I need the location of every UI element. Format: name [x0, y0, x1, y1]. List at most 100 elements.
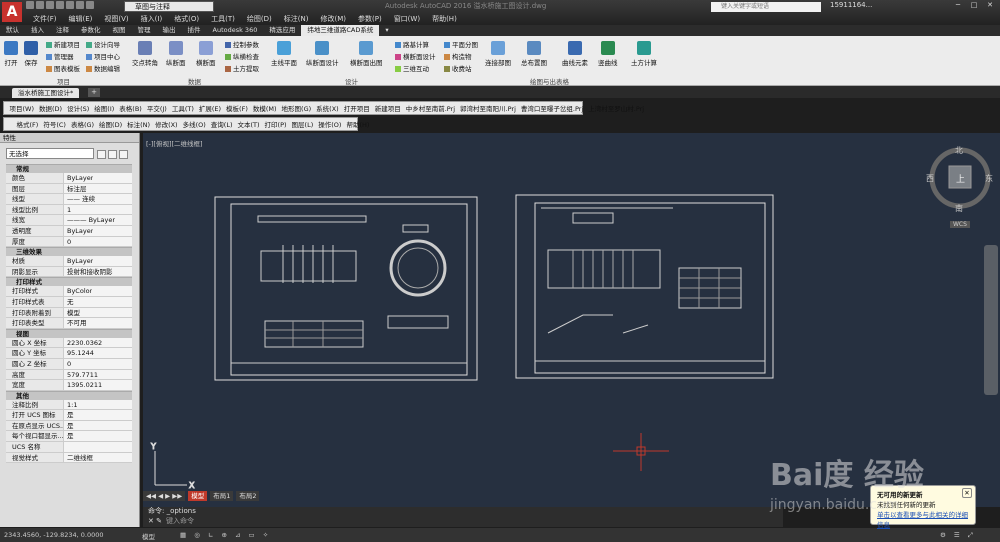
- property-value[interactable]: 是: [64, 421, 74, 431]
- select-objects-icon[interactable]: [108, 150, 117, 159]
- toolbar-item[interactable]: 系统(X): [314, 103, 342, 113]
- property-value[interactable]: 标注层: [64, 184, 87, 194]
- property-row[interactable]: 线宽 ——— ByLayer: [6, 215, 132, 226]
- data-edit-button[interactable]: 数据编辑: [86, 63, 120, 73]
- property-value[interactable]: 投射和接收阴影: [64, 267, 113, 277]
- toolbar-item[interactable]: 操作(O): [316, 119, 344, 129]
- toolbar-item[interactable]: 文本(T): [235, 119, 262, 129]
- menu-item[interactable]: 帮助(H): [427, 14, 462, 24]
- structure-button[interactable]: 构造物: [444, 51, 472, 61]
- property-row[interactable]: 打开 UCS 图标是: [6, 410, 132, 421]
- property-value[interactable]: ByColor: [64, 286, 92, 296]
- viewcube-south[interactable]: 南: [955, 203, 963, 214]
- toolbar-item[interactable]: 绘图(D): [97, 119, 125, 129]
- property-value[interactable]: 0: [64, 359, 71, 369]
- model-space-button[interactable]: 模型: [142, 531, 155, 541]
- toolbar-item[interactable]: 绘图(I): [92, 103, 117, 113]
- navigation-bar[interactable]: [984, 245, 998, 395]
- property-value[interactable]: 不可用: [64, 318, 87, 328]
- toolbar-item[interactable]: 新建项目: [372, 103, 403, 113]
- viewcube-east[interactable]: 东: [985, 173, 993, 184]
- toolbar-item[interactable]: 模板(F): [224, 103, 251, 113]
- open-icon[interactable]: [36, 1, 44, 9]
- property-row[interactable]: 打印样式表无: [6, 296, 132, 308]
- property-row[interactable]: 在原点显示 UCS... 是: [6, 420, 132, 432]
- toolbar-item[interactable]: 图层(L): [289, 119, 316, 129]
- tab-layout1[interactable]: 布局1: [210, 490, 234, 501]
- property-value[interactable]: 是: [64, 410, 74, 420]
- toolbar-item[interactable]: 打开项目: [341, 103, 372, 113]
- viewport-controls[interactable]: [-][俯视][二维线框]: [146, 138, 203, 148]
- property-row[interactable]: 打印表附着到 模型: [6, 307, 132, 319]
- project-center-button[interactable]: 项目中心: [86, 51, 120, 61]
- menu-item[interactable]: 工具(T): [206, 14, 240, 24]
- toolbar-item[interactable]: 数模(M): [250, 103, 279, 113]
- tab-plugins[interactable]: 插件: [182, 25, 207, 36]
- property-value[interactable]: 579.7711: [64, 370, 98, 380]
- quick-select-icon[interactable]: [119, 150, 128, 159]
- property-row[interactable]: 圆心 X 坐标 2230.0362: [6, 337, 132, 349]
- undo-icon[interactable]: [76, 1, 84, 9]
- menu-item[interactable]: 编辑(E): [64, 14, 98, 24]
- toolbar-item[interactable]: 多线(O): [180, 119, 208, 129]
- toolbar-item[interactable]: 格式(F): [14, 119, 41, 129]
- property-value[interactable]: 1: [64, 205, 71, 215]
- property-row[interactable]: 圆心 Z 坐标 0: [6, 358, 132, 370]
- menu-item[interactable]: 文件(F): [28, 14, 62, 24]
- toolbar-item[interactable]: 设计(S): [65, 103, 92, 113]
- general-layout-button[interactable]: 总布置图: [521, 40, 547, 67]
- cross-design-button[interactable]: 横断面设计: [395, 51, 436, 61]
- wcs-menu[interactable]: WCS: [950, 221, 970, 228]
- main-plan-button[interactable]: 主线平面: [271, 40, 297, 67]
- save-icon[interactable]: [46, 1, 54, 9]
- property-value[interactable]: 1:1: [64, 400, 77, 410]
- property-section-header[interactable]: 视图: [6, 328, 132, 338]
- property-section-header[interactable]: 其他: [6, 390, 132, 400]
- property-row[interactable]: 每个视口都显示... 是: [6, 431, 132, 443]
- toolbar-item[interactable]: 数据(D): [37, 103, 65, 113]
- command-input[interactable]: 键入命令: [166, 516, 466, 526]
- 3d-interact-button[interactable]: 三维互动: [395, 63, 429, 73]
- property-row[interactable]: 图层 标注层: [6, 183, 132, 195]
- toolbar-item[interactable]: 上湾村至罗山村.Prj: [586, 103, 647, 113]
- cross-section-drawing-button[interactable]: 横断面出图: [350, 40, 383, 67]
- toolbar-item[interactable]: 符号(C): [41, 119, 69, 129]
- tab-annotate[interactable]: 注释: [50, 25, 75, 36]
- property-row[interactable]: 注释比例 1:1: [6, 399, 132, 411]
- toolbar-item[interactable]: 查询(L): [208, 119, 235, 129]
- tab-weidi-road[interactable]: 纬地三维道路CAD系统: [301, 25, 380, 36]
- toolbar-item[interactable]: 标注(N): [125, 119, 153, 129]
- property-value[interactable]: —— 连续: [64, 194, 95, 204]
- property-section-header[interactable]: 常规: [6, 164, 132, 173]
- property-row[interactable]: 视觉样式 二维线框: [6, 452, 132, 464]
- tab-manage[interactable]: 管理: [132, 25, 157, 36]
- property-row[interactable]: 厚度 0: [6, 236, 132, 248]
- control-params-button[interactable]: 控制参数: [225, 39, 259, 49]
- property-value[interactable]: ByLayer: [64, 226, 93, 236]
- property-value[interactable]: 1395.0211: [64, 380, 102, 390]
- property-row[interactable]: 颜色 ByLayer: [6, 173, 132, 184]
- selection-dropdown[interactable]: 无选择: [6, 148, 94, 159]
- plan-split-button[interactable]: 平面分图: [444, 39, 478, 49]
- property-row[interactable]: 圆心 Y 坐标 95.1244: [6, 348, 132, 359]
- property-row[interactable]: UCS 名称: [6, 442, 132, 453]
- minimize-button[interactable]: ─: [950, 0, 966, 11]
- earthwork-extract-button[interactable]: 土方提取: [225, 63, 259, 73]
- tab-model[interactable]: 模型: [188, 490, 208, 501]
- new-tab-button[interactable]: +: [88, 88, 100, 97]
- property-row[interactable]: 宽度 1395.0211: [6, 380, 132, 391]
- search-input[interactable]: 键入关键字或短语: [711, 2, 821, 12]
- property-value[interactable]: ——— ByLayer: [64, 215, 115, 225]
- close-button[interactable]: ✕: [982, 0, 998, 11]
- tab-output[interactable]: 输出: [157, 25, 182, 36]
- property-row[interactable]: 透明度 ByLayer: [6, 225, 132, 237]
- property-row[interactable]: 高度 579.7711: [6, 369, 132, 381]
- toll-station-button[interactable]: 收费站: [444, 63, 472, 73]
- property-value[interactable]: 是: [64, 431, 74, 441]
- property-value[interactable]: 模型: [64, 308, 80, 318]
- ribbon-toggle-icon[interactable]: ▾: [379, 25, 394, 36]
- tab-a360[interactable]: Autodesk 360: [207, 25, 264, 36]
- property-value[interactable]: 无: [64, 297, 74, 307]
- chart-template-button[interactable]: 图表模板: [46, 63, 80, 73]
- toolbar-item[interactable]: 中乡村至南前.Prj: [403, 103, 457, 113]
